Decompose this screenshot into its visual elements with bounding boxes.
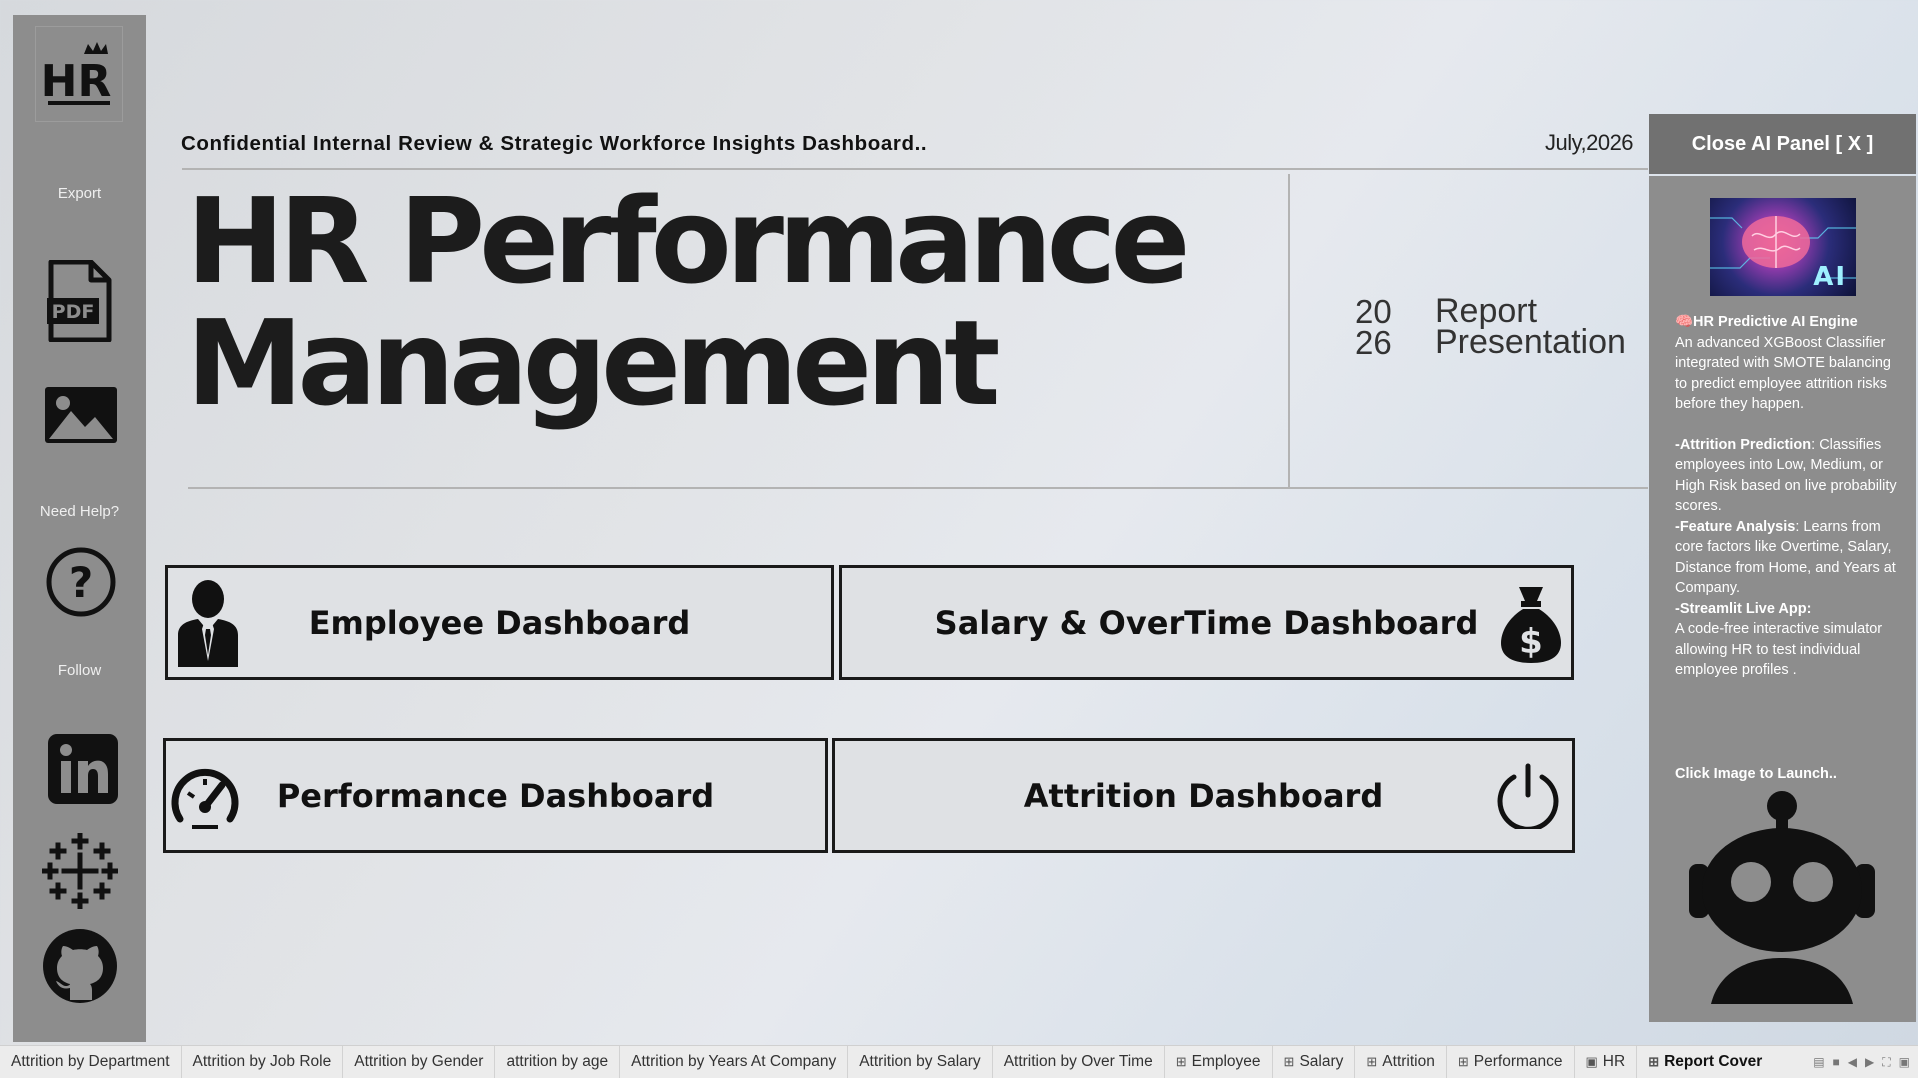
launch-hint: Click Image to Launch.. (1675, 766, 1837, 782)
sheet-list-icon[interactable]: ▤ (1813, 1055, 1824, 1070)
tab-attrition-by-age[interactable]: attrition by age (495, 1045, 621, 1078)
ai-attrition-head: -Attrition Prediction (1675, 436, 1812, 453)
report-presentation-label: Report Presentation (1435, 294, 1626, 361)
svg-text:$: $ (1519, 622, 1543, 662)
report-date: July,2026 (1545, 130, 1634, 155)
tab-label: Employee (1191, 1053, 1261, 1070)
tab-label: Performance (1473, 1053, 1563, 1070)
dashboard-grid-icon: ⊞ (1283, 1054, 1295, 1069)
github-icon[interactable] (42, 928, 118, 1004)
pdf-icon[interactable]: PDF (45, 260, 115, 342)
tab-label: Salary (1299, 1053, 1344, 1070)
power-icon (1497, 763, 1559, 829)
title-vertical-divider (1288, 174, 1290, 488)
speedometer-icon (171, 768, 239, 829)
robot-icon[interactable] (1675, 790, 1889, 1004)
tableau-icon[interactable] (42, 833, 118, 909)
ai-panel: AI 🧠HR Predictive AI Engine An advanced … (1649, 176, 1916, 1022)
performance-dashboard-label: Performance Dashboard (276, 776, 715, 815)
dashboard-grid-icon: ⊞ (1366, 1054, 1378, 1069)
attrition-dashboard-button[interactable]: Attrition Dashboard (832, 738, 1575, 853)
tab-hr[interactable]: ▣ HR (1575, 1045, 1638, 1078)
title-bottom-divider (188, 487, 1648, 489)
report-year: 20 26 (1355, 293, 1392, 361)
tab-nav-controls: ▤ ■ ◀ ▶ ⛶ ▣ (1813, 1055, 1918, 1070)
dashboard-grid-icon: ⊞ (1457, 1054, 1469, 1069)
tab-label: Attrition by Over Time (1003, 1053, 1153, 1070)
linkedin-icon[interactable] (48, 734, 118, 804)
ai-feature-head: -Feature Analysis (1675, 518, 1796, 535)
tab-label: Attrition by Gender (354, 1053, 484, 1070)
header-divider (182, 168, 1648, 170)
story-book-icon: ▣ (1585, 1054, 1598, 1069)
export-label: Export (57, 185, 102, 202)
ai-description: 🧠HR Predictive AI Engine An advanced XGB… (1675, 312, 1907, 681)
salary-dashboard-label: Salary & OverTime Dashboard (934, 603, 1479, 642)
ai-engine-title: 🧠HR Predictive AI Engine (1675, 314, 1858, 330)
tab-label: Report Cover (1664, 1053, 1763, 1070)
ai-streamlit-head: -Streamlit Live App: (1675, 600, 1812, 617)
money-bag-icon: $ (1501, 586, 1561, 663)
help-icon[interactable]: ? (45, 546, 117, 618)
page-title-line2: Management (186, 294, 1001, 432)
left-sidebar: HR Export PDF Need Help? ? Follow (13, 15, 146, 1042)
tab-attrition[interactable]: ⊞ Attrition (1355, 1045, 1447, 1078)
tab-report-cover[interactable]: ⊞ Report Cover (1637, 1046, 1773, 1078)
tab-label: Attrition by Salary (859, 1053, 981, 1070)
attrition-dashboard-label: Attrition Dashboard (1023, 776, 1384, 815)
report-label-line2: Presentation (1435, 323, 1626, 361)
ai-brain-image[interactable]: AI (1710, 198, 1856, 296)
hr-logo: HR (35, 26, 123, 122)
confidential-subtitle: Confidential Internal Review & Strategic… (181, 132, 928, 155)
ai-image-text: AI (1813, 262, 1847, 292)
svg-text:HR: HR (44, 56, 111, 107)
employee-dashboard-label: Employee Dashboard (308, 603, 691, 642)
tab-label: HR (1602, 1053, 1626, 1070)
image-icon[interactable] (43, 385, 119, 445)
tab-attrition-by-department[interactable]: Attrition by Department (0, 1045, 182, 1078)
tab-attrition-by-over-time[interactable]: Attrition by Over Time (993, 1045, 1165, 1078)
ai-engine-desc: An advanced XGBoost Classifier integrate… (1675, 334, 1891, 413)
svg-text:?: ? (69, 558, 93, 607)
tab-attrition-by-job-role[interactable]: Attrition by Job Role (182, 1045, 344, 1078)
tab-label: Attrition (1382, 1053, 1435, 1070)
fullscreen-icon[interactable]: ⛶ (1882, 1055, 1890, 1070)
report-year-bottom: 26 (1355, 324, 1392, 361)
performance-dashboard-button[interactable]: Performance Dashboard (163, 738, 828, 853)
tab-employee[interactable]: ⊞ Employee (1165, 1045, 1273, 1078)
ai-streamlit-desc: A code-free interactive simulator allowi… (1675, 621, 1883, 678)
hr-crown-logo-icon: HR (44, 42, 111, 107)
svg-text:PDF: PDF (52, 301, 95, 323)
tab-performance[interactable]: ⊞ Performance (1447, 1045, 1575, 1078)
presentation-icon[interactable]: ▣ (1899, 1055, 1910, 1070)
tab-attrition-by-gender[interactable]: Attrition by Gender (343, 1045, 496, 1078)
employee-person-icon (178, 579, 238, 667)
page-title: HR Performance Management (186, 172, 1191, 432)
tab-label: Attrition by Department (11, 1053, 170, 1070)
tab-salary[interactable]: ⊞ Salary (1273, 1045, 1356, 1078)
salary-overtime-dashboard-button[interactable]: Salary & OverTime Dashboard $ (839, 565, 1574, 680)
page-title-line1: HR Performance (186, 172, 1191, 310)
tab-attrition-by-years[interactable]: Attrition by Years At Company (620, 1045, 849, 1078)
dashboard-grid-icon: ⊞ (1648, 1054, 1660, 1069)
tab-label: Attrition by Years At Company (631, 1053, 837, 1070)
dashboard-grid-icon: ⊞ (1175, 1054, 1187, 1069)
close-ai-panel-button[interactable]: Close AI Panel [ X ] (1649, 114, 1916, 174)
tab-label: attrition by age (506, 1053, 609, 1070)
prev-sheet-icon[interactable]: ◀ (1848, 1055, 1857, 1070)
sheet-tab-bar: Attrition by Department Attrition by Job… (0, 1045, 1918, 1078)
tab-attrition-by-salary[interactable]: Attrition by Salary (848, 1045, 993, 1078)
follow-label: Follow (57, 662, 102, 679)
next-sheet-icon[interactable]: ▶ (1865, 1055, 1874, 1070)
report-year-top: 20 (1355, 293, 1392, 330)
tab-label: Attrition by Job Role (192, 1053, 332, 1070)
employee-dashboard-button[interactable]: Employee Dashboard (165, 565, 834, 680)
need-help-label: Need Help? (39, 503, 120, 520)
sheet-grid-icon[interactable]: ■ (1833, 1055, 1840, 1070)
